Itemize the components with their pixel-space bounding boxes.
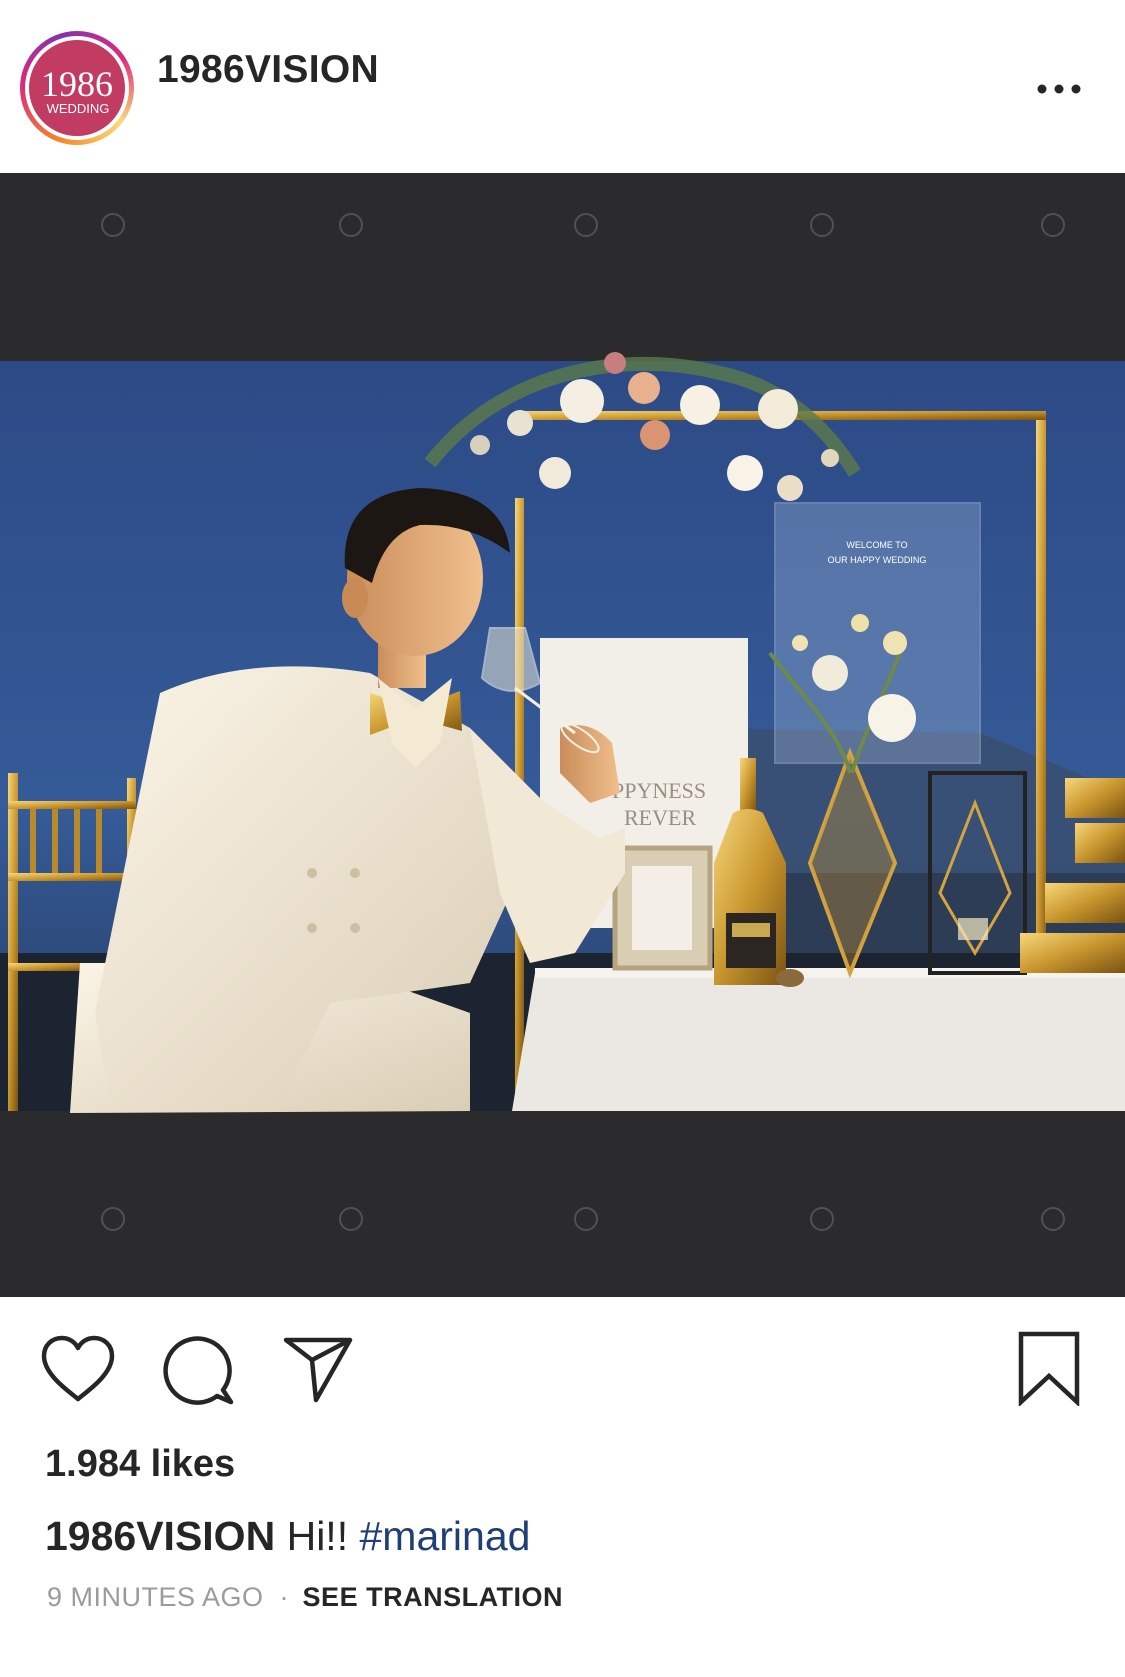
caption-text: Hi!! (286, 1513, 349, 1559)
avatar[interactable]: 1986 WEDDING (20, 31, 134, 145)
post-header: 1986 WEDDING 1986VISION (0, 0, 1125, 173)
heart-icon[interactable] (40, 1335, 116, 1405)
post-photo[interactable]: WELCOME TO OUR HAPPY WEDDING PPYNESS REV… (0, 173, 1125, 1297)
welcome-sign-line2: OUR HAPPY WEDDING (828, 555, 927, 565)
likes-count[interactable]: 1.984 likes (45, 1443, 235, 1486)
share-icon[interactable] (282, 1334, 354, 1404)
meta-separator: · (279, 1582, 289, 1612)
post-meta: 9 MINUTES AGO · SEE TRANSLATION (47, 1582, 563, 1613)
post-timestamp: 9 MINUTES AGO (47, 1582, 264, 1612)
avatar-logo-subtitle: WEDDING (47, 101, 110, 116)
see-translation-link[interactable]: SEE TRANSLATION (303, 1582, 564, 1612)
board-text2: REVER (624, 805, 696, 830)
post-username[interactable]: 1986VISION (157, 48, 379, 92)
post-caption: 1986VISION Hi!! #marinad (45, 1513, 530, 1560)
avatar-logo: 1986 WEDDING (29, 40, 125, 136)
comment-icon[interactable] (160, 1335, 236, 1407)
avatar-logo-number: 1986 (41, 64, 113, 104)
avatar-border: 1986 WEDDING (25, 36, 129, 140)
more-options-icon[interactable] (1035, 77, 1085, 101)
welcome-sign-line1: WELCOME TO (846, 540, 907, 550)
bookmark-icon[interactable] (1016, 1330, 1082, 1406)
cork (776, 969, 804, 987)
board-text1: PPYNESS (612, 778, 706, 803)
caption-username[interactable]: 1986VISION (45, 1513, 275, 1559)
caption-hashtag[interactable]: #marinad (360, 1513, 531, 1559)
table-cloth (512, 973, 1125, 1111)
picture-frame-inner (632, 866, 692, 950)
